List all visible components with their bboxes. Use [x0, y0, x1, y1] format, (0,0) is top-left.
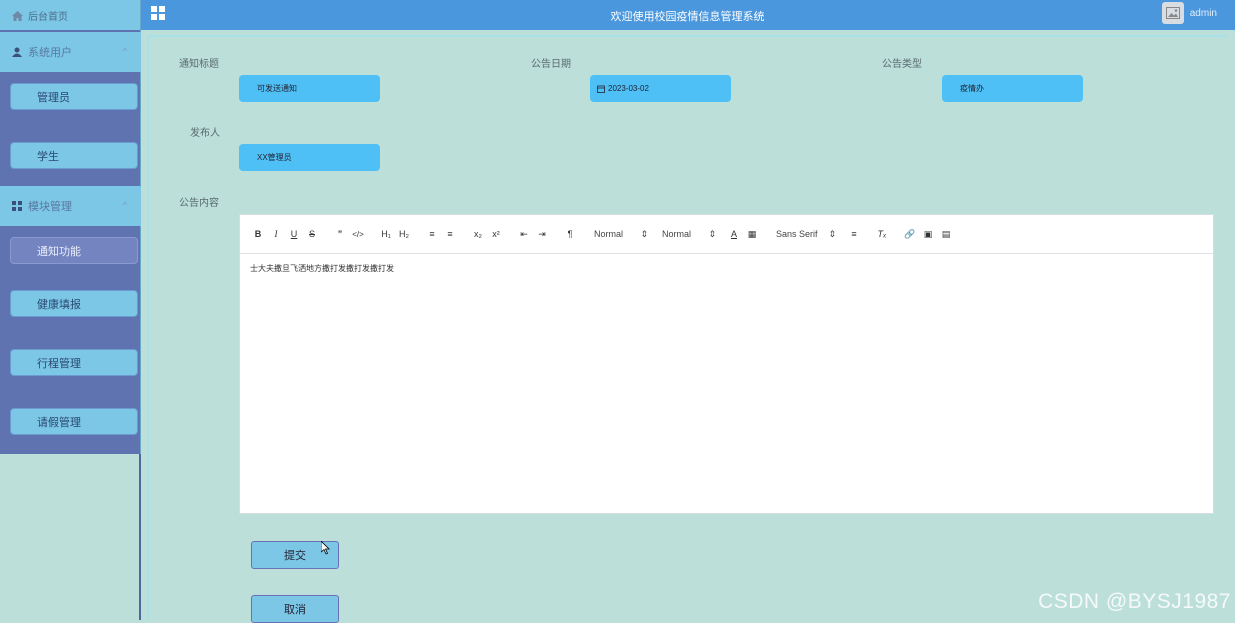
background-color-icon[interactable]: ▦ — [744, 226, 760, 242]
select-arrows-icon: ⇕ — [640, 229, 648, 240]
font-select-value: Sans Serif — [776, 229, 818, 239]
select-arrows-icon: ⇕ — [828, 229, 836, 240]
heading2-icon[interactable]: H₂ — [396, 226, 412, 242]
username: admin — [1190, 8, 1217, 19]
type-label: 公告类型 — [882, 55, 922, 70]
video-icon[interactable]: ▤ — [938, 226, 954, 242]
heading1-icon[interactable]: H₁ — [378, 226, 394, 242]
rich-text-editor[interactable]: B I U S ” </> H₁ H₂ ≡ ≡ x₂ x² ⇤ ⇥ ¶ Norm… — [239, 214, 1214, 514]
header-select-value: Normal — [594, 229, 623, 239]
user-menu[interactable]: admin — [1162, 2, 1217, 24]
mouse-cursor-icon — [321, 541, 331, 555]
user-icon — [12, 47, 22, 57]
chevron-up-icon: ^ — [123, 200, 127, 210]
sidebar-group-label: 系统用户 — [28, 44, 72, 60]
cancel-button[interactable]: 取消 — [251, 595, 339, 623]
blockquote-icon[interactable]: ” — [332, 226, 348, 242]
publisher-input[interactable]: XX管理员 — [239, 144, 380, 171]
sidebar-item-health-report[interactable]: 健康填报 — [10, 290, 138, 317]
font-color-icon[interactable]: A — [726, 226, 742, 242]
text-direction-icon[interactable]: ¶ — [562, 226, 578, 242]
avatar[interactable] — [1162, 2, 1184, 24]
link-icon[interactable]: 🔗 — [902, 226, 918, 242]
content-label: 公告内容 — [179, 194, 219, 209]
clear-format-icon[interactable]: Tₓ — [874, 226, 890, 242]
grid-icon — [12, 201, 22, 211]
editor-toolbar: B I U S ” </> H₁ H₂ ≡ ≡ x₂ x² ⇤ ⇥ ¶ Norm… — [240, 215, 1213, 254]
sidebar-group-modules[interactable]: 模块管理 ^ — [0, 186, 141, 226]
select-arrows-icon: ⇕ — [708, 229, 716, 240]
title-label: 通知标题 — [179, 55, 219, 70]
size-select-value: Normal — [662, 229, 691, 239]
italic-icon[interactable]: I — [268, 226, 284, 242]
image-icon — [1166, 7, 1180, 19]
sidebar-item-leave[interactable]: 请假管理 — [10, 408, 138, 435]
sidebar-group-system-users[interactable]: 系统用户 ^ — [0, 32, 141, 72]
sidebar-group-label: 模块管理 — [28, 198, 72, 214]
editor-content[interactable]: 士大夫撒旦飞洒地方撒打发撒打发撒打发 — [250, 263, 394, 274]
type-input[interactable]: 疫情办 — [942, 75, 1083, 102]
sidebar: 系统用户 ^ 管理员 学生 模块管理 ^ 通知功能 健康填报 行程管理 请假管理 — [0, 30, 141, 454]
date-label: 公告日期 — [531, 55, 571, 70]
header-select[interactable]: Normal ⇕ — [594, 229, 648, 240]
subscript-icon[interactable]: x₂ — [470, 226, 486, 242]
align-icon[interactable]: ≡ — [846, 226, 862, 242]
bullet-list-icon[interactable]: ≡ — [442, 226, 458, 242]
bold-icon[interactable]: B — [250, 226, 266, 242]
date-picker[interactable]: 2023-03-02 — [590, 75, 731, 102]
underline-icon[interactable]: U — [286, 226, 302, 242]
watermark: CSDN @BYSJ1987 — [1038, 590, 1231, 614]
chevron-up-icon: ^ — [123, 46, 127, 56]
outdent-icon[interactable]: ⇤ — [516, 226, 532, 242]
sidebar-item-admin[interactable]: 管理员 — [10, 83, 138, 110]
title-input[interactable]: 可发送通知 — [239, 75, 380, 102]
ordered-list-icon[interactable]: ≡ — [424, 226, 440, 242]
publisher-label: 发布人 — [190, 124, 220, 139]
sidebar-item-itinerary[interactable]: 行程管理 — [10, 349, 138, 376]
sidebar-item-notifications[interactable]: 通知功能 — [10, 237, 138, 264]
top-bar: 后台首页 欢迎使用校园疫情信息管理系统 admin — [0, 0, 1235, 30]
font-select[interactable]: Sans Serif ⇕ — [776, 229, 836, 240]
sidebar-footer — [0, 454, 141, 620]
strikethrough-icon[interactable]: S — [304, 226, 320, 242]
calendar-icon — [597, 85, 605, 93]
app-title: 欢迎使用校园疫情信息管理系统 — [0, 8, 1235, 24]
indent-icon[interactable]: ⇥ — [534, 226, 550, 242]
code-block-icon[interactable]: </> — [350, 226, 366, 242]
size-select[interactable]: Normal ⇕ — [662, 229, 716, 240]
superscript-icon[interactable]: x² — [488, 226, 504, 242]
sidebar-item-student[interactable]: 学生 — [10, 142, 138, 169]
image-icon[interactable]: ▣ — [920, 226, 936, 242]
date-value: 2023-03-02 — [608, 84, 649, 93]
